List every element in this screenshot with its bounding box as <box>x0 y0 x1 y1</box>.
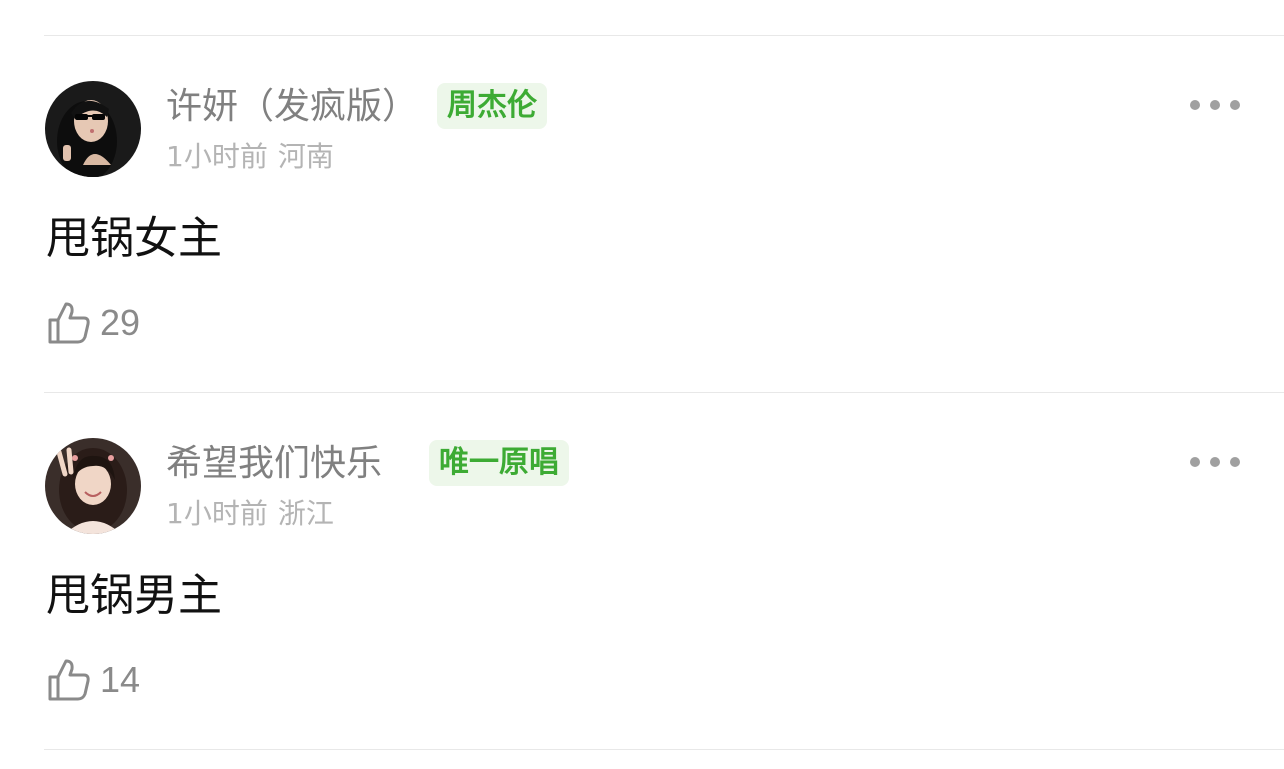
comment-meta: 1小时前 浙江 <box>166 496 334 532</box>
comment-time: 1小时前 <box>166 497 268 530</box>
thumbs-up-icon <box>48 659 90 701</box>
comment-location: 浙江 <box>277 497 334 530</box>
comment-text: 甩锅男主 <box>46 570 222 621</box>
comment-time: 1小时前 <box>166 140 268 173</box>
divider-bottom <box>44 749 1284 750</box>
comment-text: 甩锅女主 <box>46 213 222 264</box>
more-options-button[interactable] <box>1190 95 1240 115</box>
like-count: 29 <box>100 302 141 343</box>
like-button[interactable]: 29 <box>46 299 140 347</box>
comment-item: 希望我们快乐 唯一原唱 1小时前 浙江 甩锅男主 14 <box>0 438 1284 769</box>
like-count: 14 <box>100 659 141 700</box>
username[interactable]: 许妍（发疯版） <box>166 85 418 129</box>
divider-top <box>44 35 1284 36</box>
more-options-button[interactable] <box>1190 452 1240 472</box>
comment-meta: 1小时前 河南 <box>166 139 334 175</box>
comment-item: 许妍（发疯版） 周杰伦 1小时前 河南 甩锅女主 29 <box>0 81 1284 437</box>
like-button[interactable]: 14 <box>46 656 140 704</box>
more-dots-icon <box>1190 100 1200 110</box>
more-dots-icon <box>1190 457 1200 467</box>
user-badge: 周杰伦 <box>437 83 547 129</box>
username[interactable]: 希望我们快乐 <box>166 442 382 486</box>
divider-middle <box>44 392 1284 393</box>
user-badge: 唯一原唱 <box>429 440 569 486</box>
thumbs-up-icon <box>48 302 90 344</box>
comment-list: 许妍（发疯版） 周杰伦 1小时前 河南 甩锅女主 29 希望我们快乐 唯一原唱 … <box>0 0 1284 769</box>
comment-location: 河南 <box>277 140 334 173</box>
user-avatar[interactable] <box>45 438 141 534</box>
user-avatar[interactable] <box>45 81 141 177</box>
